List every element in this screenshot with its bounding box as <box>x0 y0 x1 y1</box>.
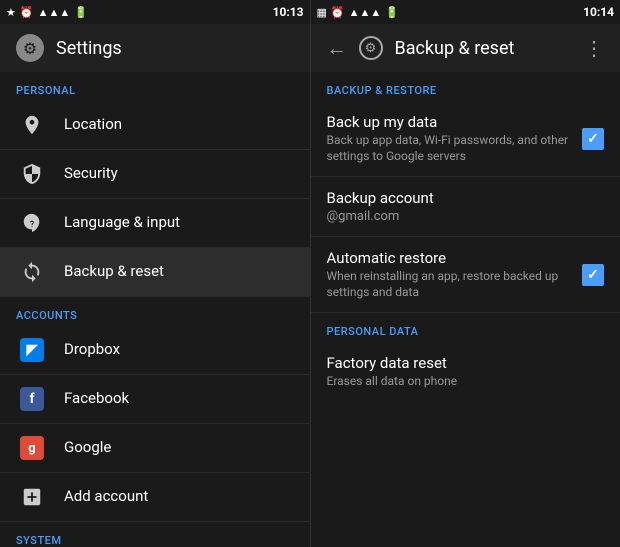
add-account-text: Add account <box>64 487 294 507</box>
location-icon <box>16 109 48 141</box>
item-auto-restore[interactable]: Automatic restore When reinstalling an a… <box>311 237 620 312</box>
sidebar-item-language[interactable]: Language & input <box>0 199 310 247</box>
auto-restore-checkbox[interactable] <box>582 264 604 286</box>
status-time-left: 10:13 <box>273 5 304 19</box>
battery-icon-right: 🔋 <box>385 6 399 19</box>
backup-account-text: Backup account @gmail.com <box>327 189 605 224</box>
section-header-personal-data: PERSONAL DATA <box>311 313 620 342</box>
right-toolbar: ← ⚙ Backup & reset ⋮ <box>311 24 620 72</box>
item-factory-reset[interactable]: Factory data reset Erases all data on ph… <box>311 342 620 402</box>
alarm-icon: ⏰ <box>20 6 34 19</box>
backup-icon <box>16 256 48 288</box>
sidebar-item-backup[interactable]: Backup & reset <box>0 248 310 296</box>
backup-account-label: Backup account <box>327 189 605 207</box>
left-toolbar-title: Settings <box>56 38 122 59</box>
left-scroll-content: PERSONAL Location Security <box>0 72 310 547</box>
back-up-data-label: Back up my data <box>327 113 583 131</box>
google-icon: g <box>16 432 48 464</box>
sidebar-item-google[interactable]: g Google <box>0 424 310 472</box>
right-panel: ▦ ⏰ ▲▲▲ 🔋 10:14 ← ⚙ Backup & reset ⋮ BAC… <box>311 0 620 547</box>
right-toolbar-title: Backup & reset <box>395 38 515 59</box>
status-right-left-icons: ▦ ⏰ ▲▲▲ 🔋 <box>317 6 399 19</box>
section-header-system: SYSTEM <box>0 522 310 547</box>
language-label: Language & input <box>64 213 294 233</box>
factory-reset-sublabel: Erases all data on phone <box>327 374 605 390</box>
facebook-icon: f <box>16 383 48 415</box>
security-label: Security <box>64 164 294 184</box>
sidebar-item-security[interactable]: Security <box>0 150 310 198</box>
facebook-text: Facebook <box>64 389 294 409</box>
section-header-backup-restore: BACKUP & RESTORE <box>311 72 620 101</box>
back-up-data-text: Back up my data Back up app data, Wi-Fi … <box>327 113 583 164</box>
alarm-icon-right: ⏰ <box>331 6 345 19</box>
right-scroll-content: BACKUP & RESTORE Back up my data Back up… <box>311 72 620 547</box>
back-up-data-sublabel: Back up app data, Wi-Fi passwords, and o… <box>327 133 583 164</box>
sidebar-item-add-account[interactable]: Add account <box>0 473 310 521</box>
back-icon[interactable]: ← <box>327 36 347 61</box>
backup-text: Backup & reset <box>64 262 294 282</box>
bluetooth-icon: ★ <box>6 6 16 19</box>
dropbox-text: Dropbox <box>64 340 294 360</box>
status-bar-right: ▦ ⏰ ▲▲▲ 🔋 10:14 <box>311 0 620 24</box>
security-text: Security <box>64 164 294 184</box>
auto-restore-text: Automatic restore When reinstalling an a… <box>327 249 583 300</box>
backup-account-sublabel: @gmail.com <box>327 209 605 224</box>
left-panel: ★ ⏰ ▲▲▲ 🔋 10:13 ⚙ Settings PERSONAL Loca… <box>0 0 311 547</box>
sidebar-item-dropbox[interactable]: ◤ Dropbox <box>0 326 310 374</box>
section-header-personal: PERSONAL <box>0 72 310 101</box>
sim-icon: ▦ <box>317 6 327 19</box>
factory-reset-text: Factory data reset Erases all data on ph… <box>327 354 605 390</box>
auto-restore-label: Automatic restore <box>327 249 583 267</box>
location-text: Location <box>64 115 294 135</box>
back-up-data-checkbox[interactable] <box>582 128 604 150</box>
signal-icon: ▲▲▲ <box>38 6 71 19</box>
gear-icon: ⚙ <box>359 36 383 60</box>
google-text: Google <box>64 438 294 458</box>
left-toolbar: ⚙ Settings <box>0 24 310 72</box>
language-text: Language & input <box>64 213 294 233</box>
item-back-up-data[interactable]: Back up my data Back up app data, Wi-Fi … <box>311 101 620 176</box>
add-account-label: Add account <box>64 487 294 507</box>
add-account-icon <box>16 481 48 513</box>
dropbox-icon: ◤ <box>16 334 48 366</box>
status-time-right: 10:14 <box>583 5 614 19</box>
backup-label: Backup & reset <box>64 262 294 282</box>
google-label: Google <box>64 438 294 458</box>
sidebar-item-location[interactable]: Location <box>0 101 310 149</box>
settings-app-icon: ⚙ <box>16 34 44 62</box>
language-icon <box>16 207 48 239</box>
sidebar-item-facebook[interactable]: f Facebook <box>0 375 310 423</box>
status-left-icons: ★ ⏰ ▲▲▲ 🔋 <box>6 6 88 19</box>
status-bar-left: ★ ⏰ ▲▲▲ 🔋 10:13 <box>0 0 310 24</box>
auto-restore-sublabel: When reinstalling an app, restore backed… <box>327 269 583 300</box>
factory-reset-label: Factory data reset <box>327 354 605 372</box>
facebook-label: Facebook <box>64 389 294 409</box>
dropbox-label: Dropbox <box>64 340 294 360</box>
signal-icon-right: ▲▲▲ <box>349 6 382 19</box>
item-backup-account[interactable]: Backup account @gmail.com <box>311 177 620 236</box>
security-icon <box>16 158 48 190</box>
more-options-icon[interactable]: ⋮ <box>584 36 604 60</box>
battery-icon: 🔋 <box>74 6 88 19</box>
section-header-accounts: ACCOUNTS <box>0 297 310 326</box>
location-label: Location <box>64 115 294 135</box>
